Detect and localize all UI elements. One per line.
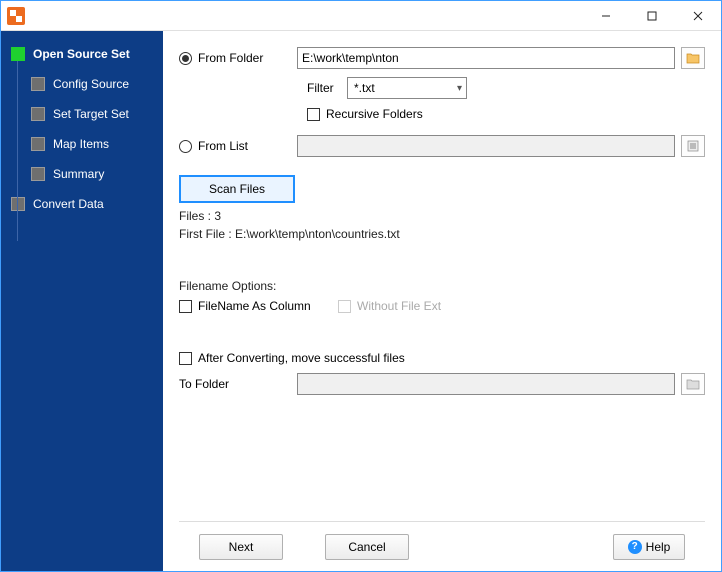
chevron-down-icon: ▾	[457, 83, 462, 94]
sidebar-item-map-items[interactable]: Map Items	[1, 131, 163, 157]
help-button[interactable]: ? Help	[613, 534, 685, 560]
browse-list-button[interactable]	[681, 135, 705, 157]
folder-icon	[686, 378, 700, 390]
filter-value: *.txt	[354, 81, 375, 95]
without-file-ext-checkbox	[338, 300, 351, 313]
sidebar-item-convert-data[interactable]: Convert Data	[1, 191, 163, 217]
maximize-button[interactable]	[629, 1, 675, 31]
wizard-sidebar: Open Source Set Config Source Set Target…	[1, 31, 163, 571]
browse-folder-button[interactable]	[681, 47, 705, 69]
from-folder-label: From Folder	[198, 51, 263, 65]
from-folder-radio[interactable]	[179, 52, 192, 65]
close-button[interactable]	[675, 1, 721, 31]
without-file-ext-label: Without File Ext	[357, 299, 441, 313]
filter-select[interactable]: *.txt ▾	[347, 77, 467, 99]
scan-files-button[interactable]: Scan Files	[179, 175, 295, 203]
maximize-icon	[647, 11, 657, 21]
folder-path-input[interactable]	[297, 47, 675, 69]
minimize-icon	[601, 11, 611, 21]
browse-to-folder-button[interactable]	[681, 373, 705, 395]
after-converting-label: After Converting, move successful files	[198, 351, 405, 365]
sidebar-item-set-target-set[interactable]: Set Target Set	[1, 101, 163, 127]
from-list-radio[interactable]	[179, 140, 192, 153]
sidebar-item-config-source[interactable]: Config Source	[1, 71, 163, 97]
after-converting-checkbox[interactable]	[179, 352, 192, 365]
filter-label: Filter	[307, 81, 347, 95]
sidebar-item-summary[interactable]: Summary	[1, 161, 163, 187]
filename-as-column-label: FileName As Column	[198, 299, 338, 313]
to-folder-label: To Folder	[179, 377, 229, 391]
folder-icon	[686, 52, 700, 64]
titlebar	[1, 1, 721, 31]
app-icon	[7, 7, 25, 25]
from-list-label: From List	[198, 139, 248, 153]
sidebar-item-label: Convert Data	[33, 197, 104, 211]
first-file: First File : E:\work\temp\nton\countries…	[179, 227, 705, 241]
footer: Next Cancel ? Help	[179, 521, 705, 571]
app-window: Open Source Set Config Source Set Target…	[0, 0, 722, 572]
recursive-folders-checkbox[interactable]	[307, 108, 320, 121]
sidebar-item-open-source-set[interactable]: Open Source Set	[1, 41, 163, 67]
from-list-input	[297, 135, 675, 157]
help-icon: ?	[628, 540, 642, 554]
filename-options-heading: Filename Options:	[179, 279, 705, 293]
recursive-folders-label: Recursive Folders	[326, 107, 423, 121]
sidebar-item-label: Summary	[53, 167, 104, 181]
filename-as-column-checkbox[interactable]	[179, 300, 192, 313]
scan-files-label: Scan Files	[209, 182, 265, 196]
file-icon	[686, 140, 700, 152]
sidebar-item-label: Set Target Set	[53, 107, 129, 121]
minimize-button[interactable]	[583, 1, 629, 31]
sidebar-item-label: Open Source Set	[33, 47, 130, 61]
close-icon	[693, 11, 703, 21]
sidebar-item-label: Map Items	[53, 137, 109, 151]
cancel-button[interactable]: Cancel	[325, 534, 409, 560]
to-folder-input	[297, 373, 675, 395]
files-count: Files : 3	[179, 209, 705, 223]
sidebar-item-label: Config Source	[53, 77, 129, 91]
next-button[interactable]: Next	[199, 534, 283, 560]
main-panel: From Folder Filter *.txt ▾ R	[163, 31, 721, 571]
